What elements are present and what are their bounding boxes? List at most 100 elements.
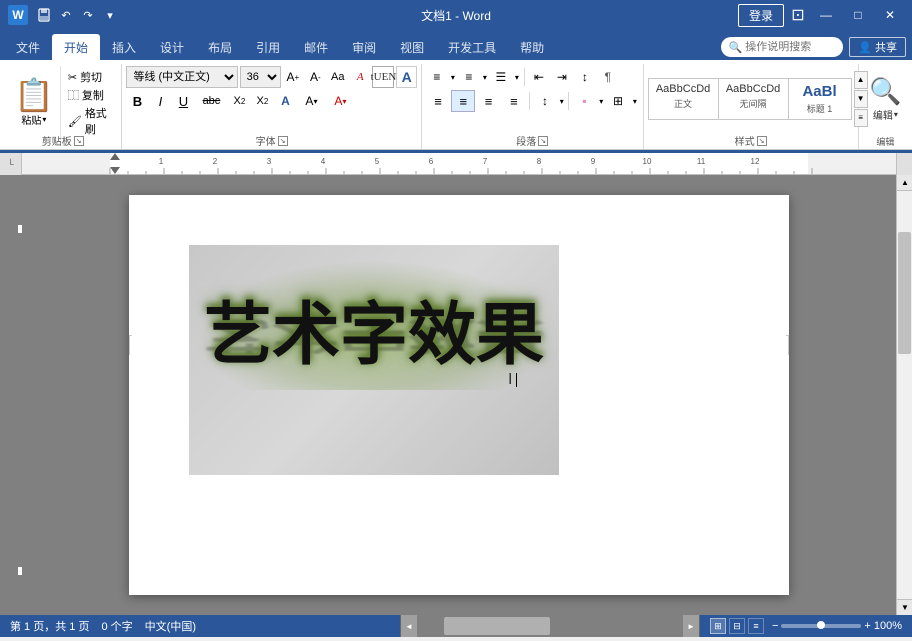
scroll-track bbox=[897, 191, 912, 599]
read-mode-btn[interactable]: ≡ bbox=[748, 618, 764, 634]
italic-button[interactable]: I bbox=[149, 90, 171, 112]
change-case-button[interactable]: Aа bbox=[328, 66, 348, 88]
multilevel-dropdown[interactable]: ▾ bbox=[513, 66, 521, 88]
bold-button[interactable]: B bbox=[126, 90, 148, 112]
editing-button[interactable]: 🔍 编辑 ▾ bbox=[863, 66, 908, 131]
tab-references[interactable]: 引用 bbox=[244, 34, 292, 60]
close-button[interactable]: ✕ bbox=[876, 0, 904, 30]
tab-view[interactable]: 视图 bbox=[388, 34, 436, 60]
tab-insert[interactable]: 插入 bbox=[100, 34, 148, 60]
sort-button[interactable]: ↕ bbox=[574, 66, 596, 88]
borders-dropdown[interactable]: ▾ bbox=[631, 90, 638, 112]
styles-expand-arrow[interactable]: ↘ bbox=[757, 136, 767, 146]
font-row-2: B I U abc X2 X2 A A▾ A▾ bbox=[126, 90, 416, 112]
hanging-indent[interactable] bbox=[110, 167, 120, 174]
svg-text:12: 12 bbox=[751, 157, 760, 166]
zoom-in-btn[interactable]: + bbox=[864, 620, 870, 632]
strikethrough-button[interactable]: abc bbox=[195, 90, 227, 112]
line-spacing-dropdown[interactable]: ▾ bbox=[558, 90, 565, 112]
align-left-button[interactable]: ≡ bbox=[426, 90, 450, 112]
vertical-scrollbar[interactable]: ▲ ▼ bbox=[896, 175, 912, 615]
undo-quick-btn[interactable]: ↶ bbox=[56, 5, 76, 25]
tab-help[interactable]: 帮助 bbox=[508, 34, 556, 60]
style-heading1[interactable]: AaBl 标题 1 bbox=[789, 79, 851, 119]
zoom-out-btn[interactable]: − bbox=[772, 620, 778, 632]
restore-button[interactable]: □ bbox=[844, 0, 872, 30]
shading-dropdown[interactable]: ▾ bbox=[598, 90, 605, 112]
superscript-button[interactable]: X2 bbox=[251, 90, 273, 112]
horizontal-scrollbar[interactable]: ◄ ► bbox=[400, 615, 700, 637]
minimize-button[interactable]: — bbox=[812, 0, 840, 30]
h-scroll-thumb[interactable] bbox=[444, 617, 550, 635]
zoom-slider-thumb[interactable] bbox=[817, 621, 825, 629]
quick-access-dropdown[interactable]: ▾ bbox=[100, 5, 120, 25]
font-family-select[interactable]: 等线 (中文正文) bbox=[126, 66, 237, 88]
increase-indent-button[interactable]: ⇥ bbox=[551, 66, 573, 88]
zoom-slider[interactable] bbox=[781, 624, 861, 628]
show-marks-button[interactable]: ¶ bbox=[597, 66, 619, 88]
save-quick-btn[interactable] bbox=[34, 5, 54, 25]
decrease-indent-button[interactable]: ⇤ bbox=[528, 66, 550, 88]
copy-button[interactable]: ⿰ 复制 bbox=[65, 86, 114, 104]
tab-design[interactable]: 设计 bbox=[148, 34, 196, 60]
style-normal[interactable]: AaBbCcDd 正文 bbox=[649, 79, 719, 119]
para-separator-3 bbox=[568, 92, 569, 110]
h-scroll-right[interactable]: ► bbox=[683, 615, 699, 637]
subscript-button[interactable]: X2 bbox=[228, 90, 250, 112]
numbering-dropdown[interactable]: ▾ bbox=[481, 66, 489, 88]
tab-developer[interactable]: 开发工具 bbox=[436, 34, 508, 60]
ribbon-display-btn[interactable]: ⊡ bbox=[788, 5, 808, 25]
bottom-bar: 第 1 页，共 1 页 0 个字 中文(中国) ◄ ► ⊞ ⊟ ≡ − + 10… bbox=[0, 615, 912, 637]
tab-review[interactable]: 审阅 bbox=[340, 34, 388, 60]
clipboard-mini-buttons: ✂ 剪切 ⿰ 复制 🖌 格式刷 bbox=[61, 66, 118, 140]
clear-format-button[interactable]: A bbox=[350, 66, 370, 88]
ribbon-content: 📋 粘贴 ▾ ✂ 剪切 ⿰ 复制 🖌 格式刷 bbox=[0, 60, 912, 150]
multilevel-list-button[interactable]: ☰ bbox=[490, 66, 512, 88]
tab-layout[interactable]: 布局 bbox=[196, 34, 244, 60]
font-shrink-button[interactable]: A- bbox=[305, 66, 325, 88]
web-layout-btn[interactable]: ⊟ bbox=[729, 618, 745, 634]
search-input[interactable] bbox=[745, 41, 835, 53]
tab-file[interactable]: 文件 bbox=[4, 34, 52, 60]
print-layout-btn[interactable]: ⊞ bbox=[710, 618, 726, 634]
first-line-indent[interactable] bbox=[110, 153, 120, 160]
paragraph-expand-arrow[interactable]: ↘ bbox=[538, 136, 548, 146]
tab-mailings[interactable]: 邮件 bbox=[292, 34, 340, 60]
font-extra-btn2[interactable]: A bbox=[396, 66, 416, 88]
bullets-button[interactable]: ≡ bbox=[426, 66, 448, 88]
redo-quick-btn[interactable]: ↷ bbox=[78, 5, 98, 25]
font-size-select[interactable]: 36 bbox=[240, 66, 281, 88]
highlight-button[interactable]: A▾ bbox=[297, 90, 325, 112]
font-color-button[interactable]: A▾ bbox=[326, 90, 354, 112]
tab-home[interactable]: 开始 bbox=[52, 34, 100, 60]
numbering-button[interactable]: ≡ bbox=[458, 66, 480, 88]
login-button[interactable]: 登录 bbox=[738, 4, 784, 27]
shading-button[interactable]: ▪ bbox=[572, 90, 596, 112]
cut-button[interactable]: ✂ 剪切 bbox=[65, 68, 114, 86]
font-extra-btn[interactable]: tUEN bbox=[372, 66, 394, 88]
ruler-tab-selector[interactable]: └ bbox=[0, 153, 22, 175]
document-page[interactable]: 艺术字效果 艺术字效果 I bbox=[129, 195, 789, 595]
justify-button[interactable]: ≡ bbox=[502, 90, 526, 112]
quick-access-toolbar: ↶ ↷ ▾ bbox=[34, 5, 120, 25]
bullets-dropdown[interactable]: ▾ bbox=[449, 66, 457, 88]
share-button[interactable]: 👤 共享 bbox=[849, 37, 906, 57]
page-container[interactable]: 艺术字效果 艺术字效果 I bbox=[22, 175, 896, 615]
underline-button[interactable]: U bbox=[172, 90, 194, 112]
h-scroll-left[interactable]: ◄ bbox=[401, 615, 417, 637]
text-effect-button[interactable]: A bbox=[274, 90, 296, 112]
font-expand-arrow[interactable]: ↘ bbox=[278, 136, 288, 146]
art-text-box[interactable]: 艺术字效果 艺术字效果 bbox=[189, 245, 559, 475]
scroll-thumb[interactable] bbox=[898, 232, 911, 354]
scroll-down-button[interactable]: ▼ bbox=[897, 599, 912, 615]
line-spacing-button[interactable]: ↕ bbox=[533, 90, 557, 112]
scroll-up-button[interactable]: ▲ bbox=[897, 175, 912, 191]
search-box[interactable]: 🔍 bbox=[721, 37, 844, 57]
align-right-button[interactable]: ≡ bbox=[476, 90, 500, 112]
style-no-spacing[interactable]: AaBbCcDd 无间隔 bbox=[719, 79, 789, 119]
align-center-button[interactable]: ≡ bbox=[451, 90, 475, 112]
paste-button[interactable]: 📋 粘贴 ▾ bbox=[8, 66, 61, 140]
font-grow-button[interactable]: A+ bbox=[283, 66, 303, 88]
borders-button[interactable]: ⊞ bbox=[606, 90, 630, 112]
clipboard-expand-arrow[interactable]: ↘ bbox=[74, 136, 84, 146]
